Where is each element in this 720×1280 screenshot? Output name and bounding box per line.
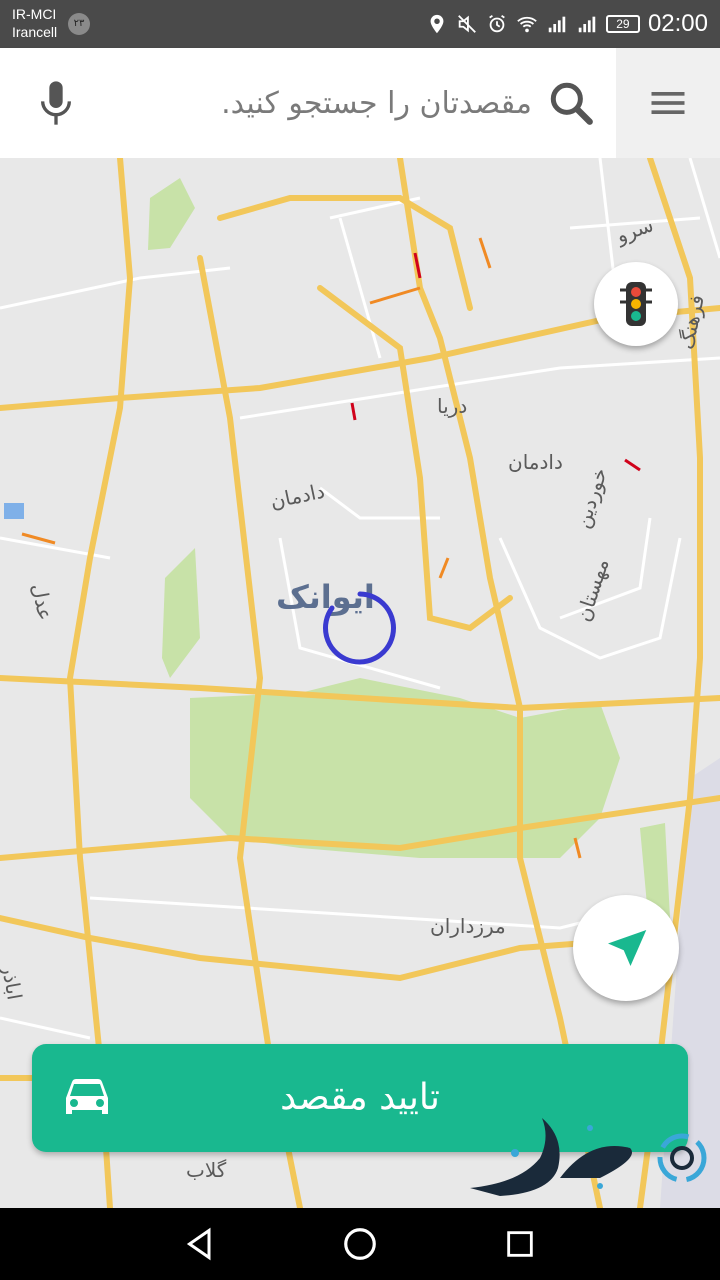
search-bar xyxy=(0,48,720,158)
watermark-logo xyxy=(470,1118,707,1196)
wifi-icon xyxy=(516,13,538,35)
map-view[interactable]: دریا دادمان دادمان سرو فرهنگ خوردین مهست… xyxy=(0,158,720,1208)
menu-button[interactable] xyxy=(616,48,720,158)
navigation-arrow-icon xyxy=(608,930,647,966)
status-bar: IR-MCI Irancell ۲۳ 29 02:00 xyxy=(0,0,720,48)
hamburger-icon xyxy=(651,92,685,114)
alarm-icon xyxy=(486,13,508,35)
mic-icon[interactable] xyxy=(36,78,76,128)
sim-badge: ۲۳ xyxy=(68,13,90,35)
map-label-darya: دریا xyxy=(437,394,468,418)
navigation-bar xyxy=(0,1208,720,1280)
signal-icon xyxy=(546,13,568,35)
carrier-line2: Irancell xyxy=(12,24,58,40)
home-button[interactable] xyxy=(338,1222,382,1266)
signal-icon xyxy=(576,13,598,35)
carrier-label: IR-MCI Irancell xyxy=(12,5,57,41)
my-location-button[interactable] xyxy=(573,895,679,1001)
carrier-line1: IR-MCI xyxy=(12,6,57,22)
loading-spinner xyxy=(323,591,396,665)
search-icon[interactable] xyxy=(546,78,596,128)
map-label-dadman-east: دادمان xyxy=(508,450,563,474)
battery-icon: 29 xyxy=(605,15,640,33)
back-icon xyxy=(186,1227,211,1261)
traffic-light-icon xyxy=(620,282,652,326)
recents-icon xyxy=(507,1231,533,1257)
clock: 02:00 xyxy=(647,10,708,37)
map-label-marzdaran: مرزداران xyxy=(430,914,506,938)
traffic-layer-button[interactable] xyxy=(594,262,678,346)
back-button[interactable] xyxy=(178,1222,222,1266)
map-label-golab: گلاب xyxy=(186,1158,227,1182)
mute-icon xyxy=(456,13,478,35)
status-icons: 29 02:00 xyxy=(426,0,708,48)
home-icon xyxy=(344,1228,376,1260)
recents-button[interactable] xyxy=(498,1222,542,1266)
search-input[interactable] xyxy=(110,82,534,124)
location-icon xyxy=(426,13,448,35)
